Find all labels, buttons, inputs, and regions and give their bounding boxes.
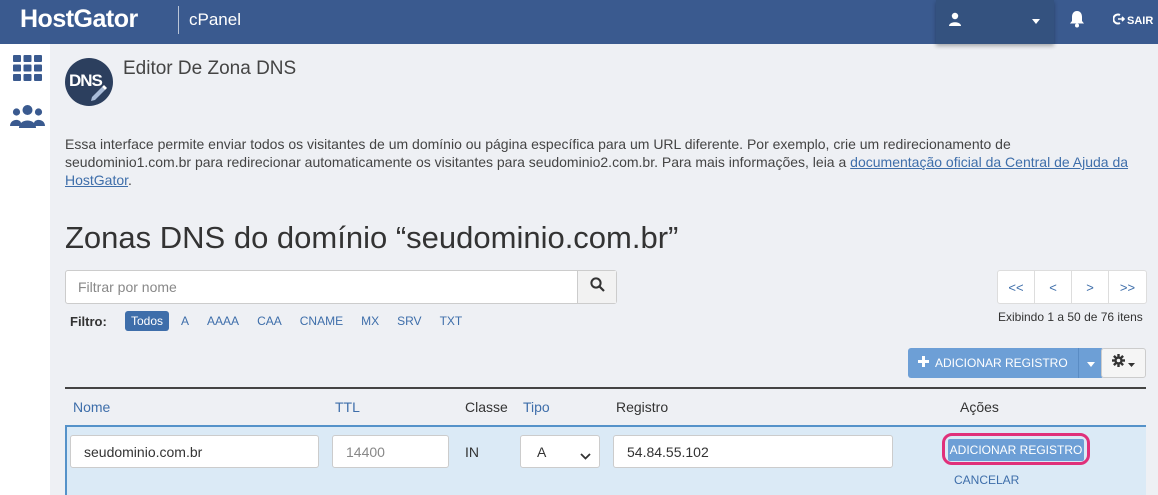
grid-icon[interactable]: [13, 55, 42, 86]
logout-button[interactable]: SAIR: [1112, 13, 1154, 28]
chevron-down-icon: [1128, 354, 1135, 372]
pencil-icon: [91, 85, 107, 101]
filter-label: Filtro:: [70, 314, 107, 329]
user-icon: [948, 12, 962, 31]
prev-page-button[interactable]: <: [1035, 271, 1072, 303]
chevron-down-icon: [1032, 19, 1040, 24]
zone-title: Zonas DNS do domínio “seudominio.com.br”: [65, 220, 679, 255]
search-bar: [65, 270, 617, 304]
search-button[interactable]: [577, 271, 616, 303]
plus-icon: [918, 356, 929, 370]
user-menu-button[interactable]: [936, 0, 1054, 44]
column-header-ttl[interactable]: TTL: [335, 399, 360, 415]
add-record-caret-button[interactable]: [1077, 348, 1104, 378]
class-value: IN: [465, 444, 479, 460]
filter-options: Todos A AAAA CAA CNAME MX SRV TXT: [125, 311, 474, 331]
record-field[interactable]: 54.84.55.102: [613, 435, 893, 468]
settings-button[interactable]: [1101, 348, 1146, 378]
intro-end: .: [128, 172, 132, 188]
items-count: Exibindo 1 a 50 de 76 itens: [998, 310, 1143, 324]
users-icon[interactable]: [10, 104, 45, 133]
chevron-down-icon: [580, 447, 591, 463]
brand-logo[interactable]: HostGator: [20, 5, 138, 34]
filter-aaaa[interactable]: AAAA: [201, 311, 245, 331]
type-select-value: A: [537, 443, 547, 460]
column-header-record: Registro: [616, 399, 669, 415]
add-record-dropdown: ADICIONAR REGISTRO: [908, 348, 1104, 378]
intro-text: Essa interface permite enviar todos os v…: [65, 135, 1140, 189]
search-input[interactable]: [66, 271, 578, 303]
sidebar: [0, 44, 50, 495]
page-title: Editor De Zona DNS: [123, 58, 297, 79]
column-header-type[interactable]: Tipo: [523, 399, 550, 415]
next-page-button[interactable]: >: [1072, 271, 1109, 303]
brand-divider: [178, 6, 179, 34]
top-bar: HostGator cPanel SAIR: [0, 0, 1158, 44]
filter-txt[interactable]: TXT: [434, 311, 469, 331]
column-header-class: Classe: [465, 399, 508, 415]
filter-mx[interactable]: MX: [355, 311, 385, 331]
cancel-button[interactable]: CANCELAR: [954, 473, 1019, 487]
filter-caa[interactable]: CAA: [251, 311, 288, 331]
product-name: cPanel: [189, 10, 241, 29]
ttl-field[interactable]: 14400: [332, 435, 449, 468]
logout-label: SAIR: [1127, 14, 1154, 27]
first-page-button[interactable]: <<: [998, 271, 1035, 303]
logout-icon: [1112, 13, 1126, 28]
name-field[interactable]: seudominio.com.br: [70, 435, 319, 468]
column-header-actions: Ações: [960, 399, 999, 415]
search-icon: [589, 277, 605, 297]
add-record-label: ADICIONAR REGISTRO: [935, 356, 1068, 370]
add-record-button[interactable]: ADICIONAR REGISTRO: [908, 348, 1078, 378]
chevron-down-icon: [1087, 356, 1096, 370]
filter-a[interactable]: A: [175, 311, 195, 331]
bell-icon[interactable]: [1069, 10, 1085, 33]
filter-cname[interactable]: CNAME: [294, 311, 349, 331]
add-record-row-button[interactable]: ADICIONAR REGISTRO: [948, 439, 1084, 461]
dns-logo: DNS: [65, 58, 113, 106]
last-page-button[interactable]: >>: [1109, 271, 1146, 303]
filter-todos[interactable]: Todos: [125, 311, 170, 331]
type-select[interactable]: A: [520, 435, 600, 468]
filter-srv[interactable]: SRV: [391, 311, 427, 331]
table-top-border: [65, 387, 1146, 389]
gear-icon: [1112, 354, 1125, 372]
column-header-name[interactable]: Nome: [73, 399, 110, 415]
pagination: << < > >>: [997, 270, 1147, 304]
